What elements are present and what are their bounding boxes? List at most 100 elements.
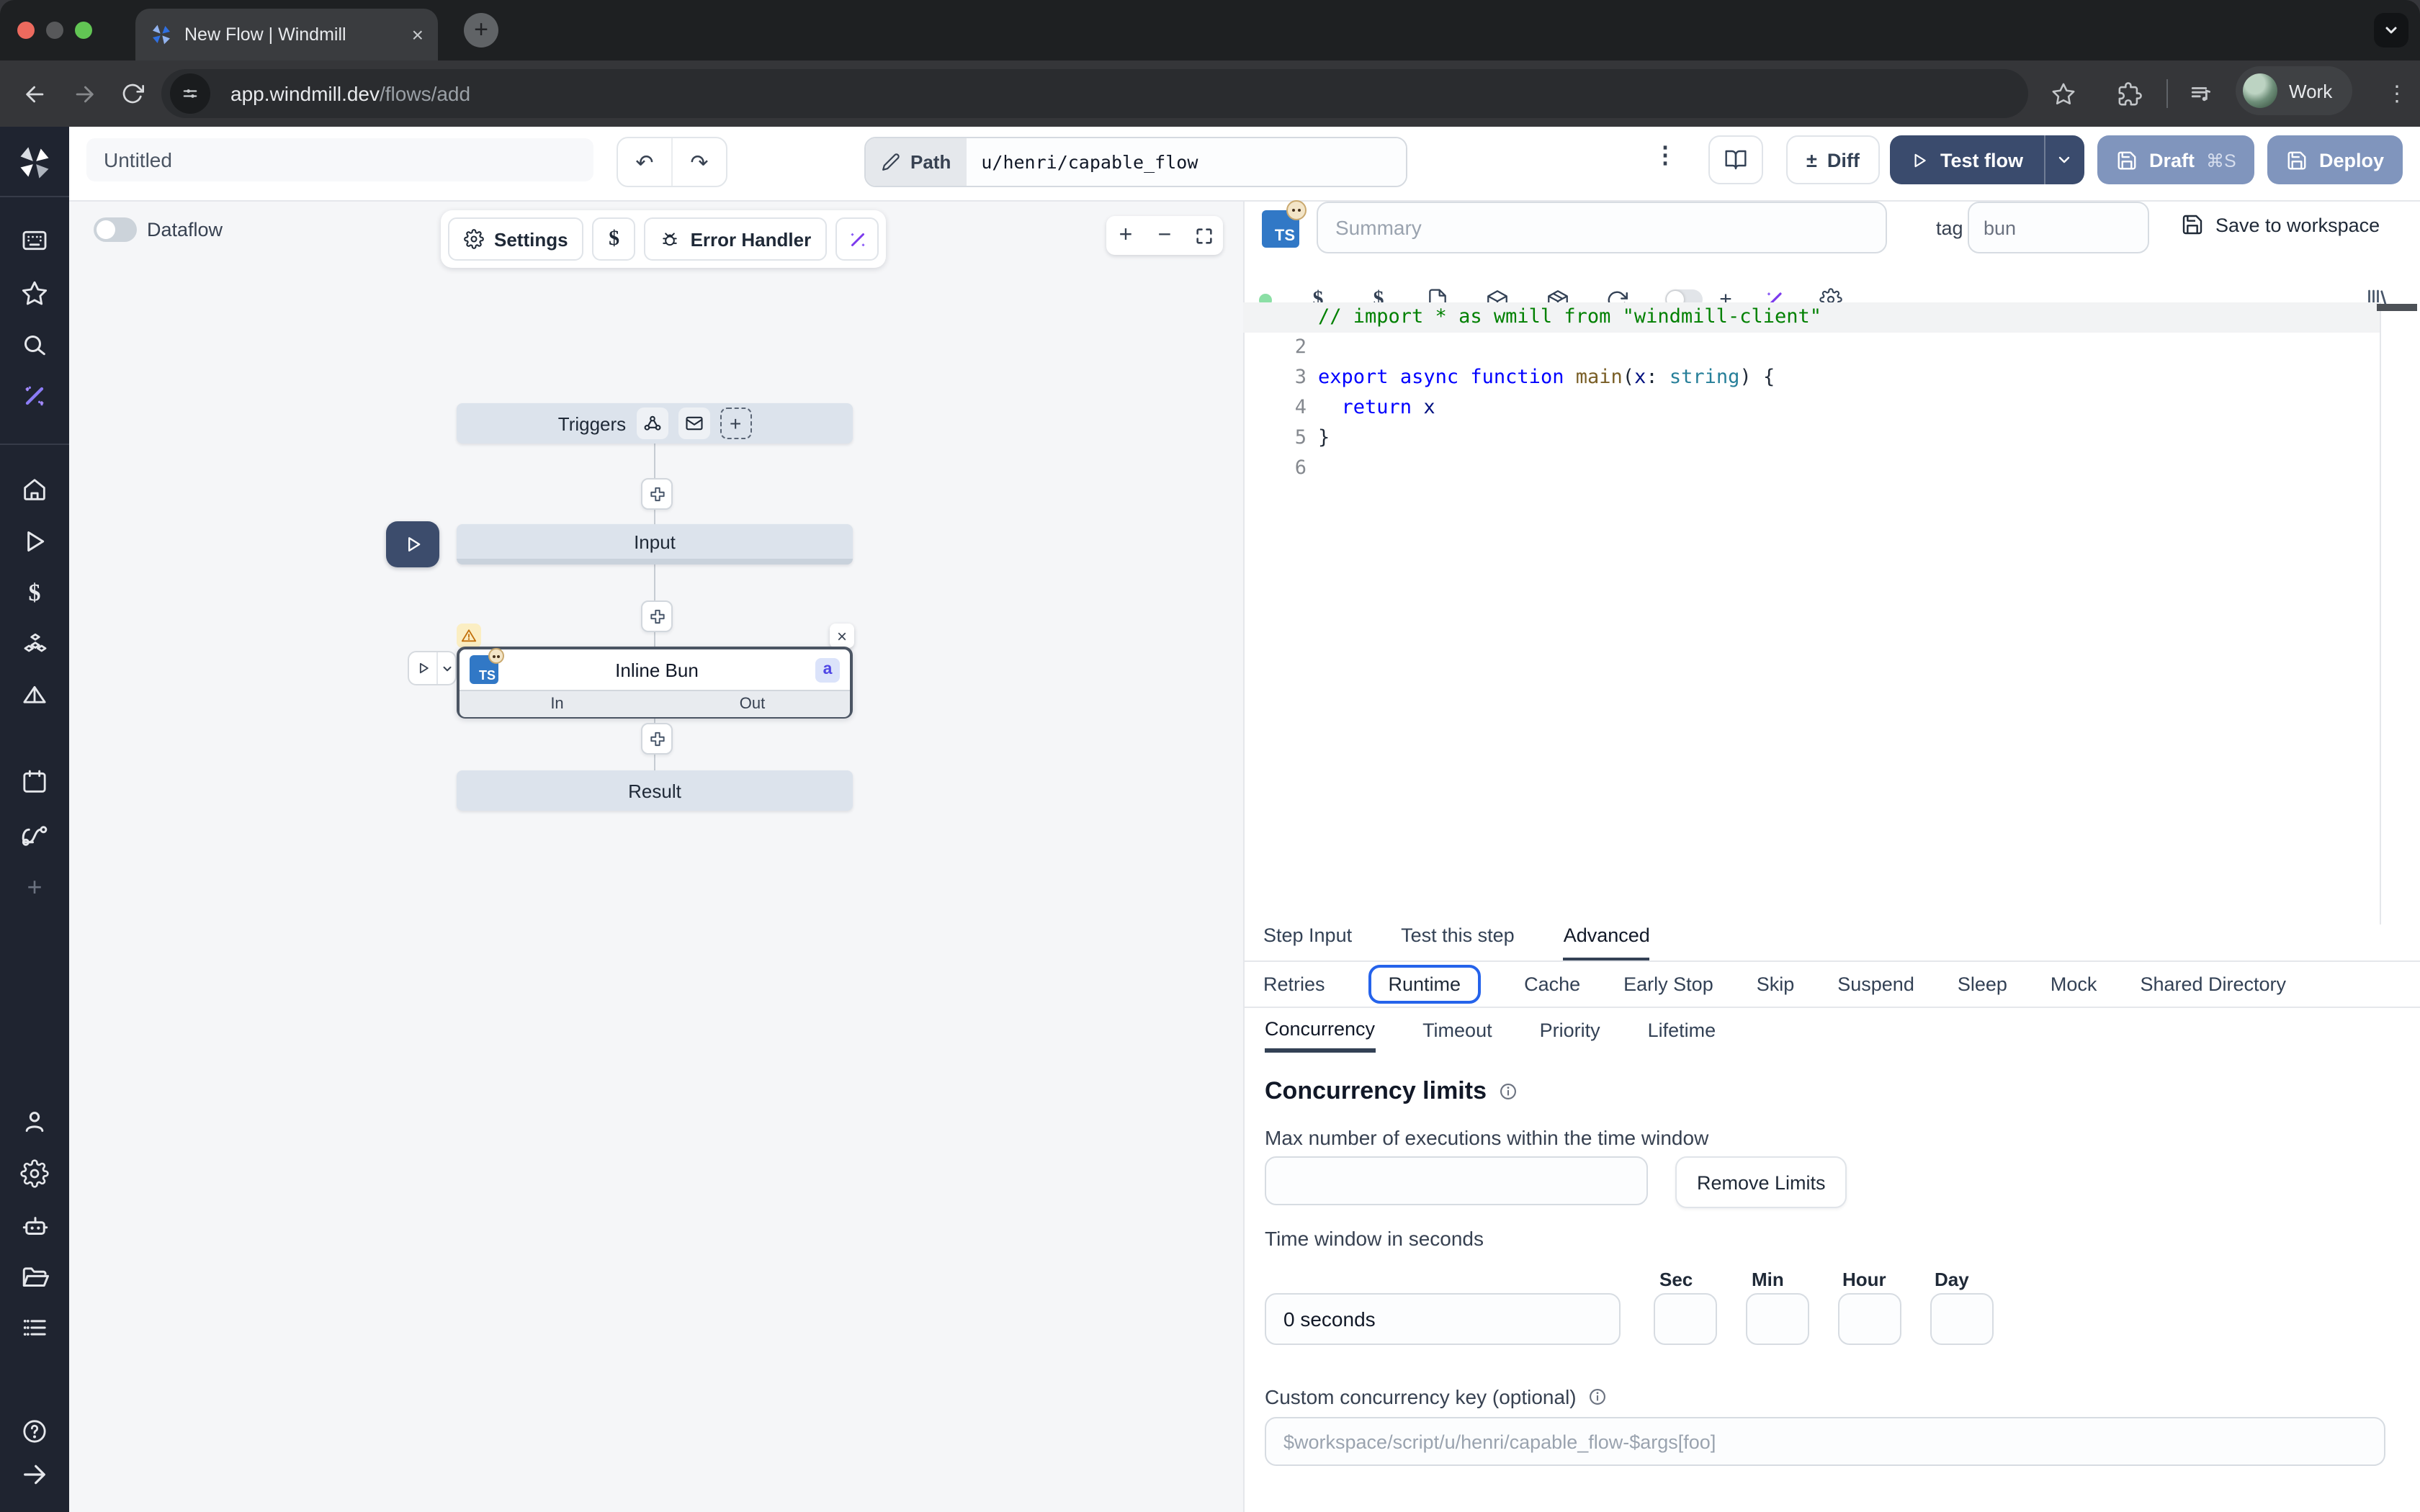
- draft-button[interactable]: Draft ⌘S: [2097, 135, 2255, 184]
- sidebar-item-runs[interactable]: [0, 527, 69, 556]
- sidebar-expand-button[interactable]: [0, 1460, 69, 1489]
- tab-skip[interactable]: Skip: [1757, 973, 1795, 995]
- run-step-dropdown[interactable]: [438, 652, 455, 684]
- forward-button[interactable]: [60, 71, 107, 117]
- ai-assistant-button[interactable]: [835, 217, 879, 261]
- tag-input[interactable]: bun: [1968, 202, 2149, 253]
- play-icon[interactable]: [409, 652, 438, 684]
- max-executions-input[interactable]: [1265, 1156, 1648, 1205]
- tab-test-this-step[interactable]: Test this step: [1401, 924, 1515, 962]
- step-out-button[interactable]: Out: [655, 691, 850, 717]
- deploy-button[interactable]: Deploy: [2267, 135, 2403, 184]
- zoom-in-button[interactable]: +: [1106, 216, 1145, 255]
- tab-advanced[interactable]: Advanced: [1564, 924, 1650, 962]
- add-trigger-button[interactable]: +: [720, 408, 751, 439]
- redo-button[interactable]: ↷: [671, 138, 726, 186]
- tab-early-stop[interactable]: Early Stop: [1623, 973, 1713, 995]
- tab-step-input[interactable]: Step Input: [1263, 924, 1352, 962]
- sidebar-item-favorites[interactable]: [0, 279, 69, 308]
- tab-retries[interactable]: Retries: [1263, 973, 1325, 995]
- sidebar-item-ai[interactable]: [0, 382, 69, 410]
- sec-input[interactable]: [1654, 1293, 1717, 1345]
- extensions-button[interactable]: [2106, 71, 2152, 117]
- media-controls-button[interactable]: [2178, 71, 2224, 117]
- tab-mock[interactable]: Mock: [2051, 973, 2097, 995]
- sidebar-item-home[interactable]: [0, 475, 69, 504]
- zoom-out-button[interactable]: −: [1145, 216, 1184, 255]
- tab-sleep[interactable]: Sleep: [1958, 973, 2007, 995]
- more-options-button[interactable]: ⋮: [1651, 141, 1680, 179]
- sidebar-item-variables[interactable]: $: [0, 579, 69, 608]
- diff-button[interactable]: ± Diff: [1786, 135, 1880, 184]
- sidebar-item-flows[interactable]: [0, 821, 69, 851]
- min-input[interactable]: [1746, 1293, 1809, 1345]
- dataflow-toggle[interactable]: [94, 217, 137, 242]
- test-flow-button[interactable]: Test flow: [1890, 135, 2084, 184]
- test-flow-dropdown[interactable]: [2043, 135, 2084, 184]
- tab-timeout[interactable]: Timeout: [1422, 1008, 1492, 1053]
- sidebar-item-help[interactable]: [0, 1417, 69, 1446]
- summary-input[interactable]: Summary: [1317, 202, 1887, 253]
- chrome-menu-button[interactable]: ⋮: [2374, 71, 2420, 117]
- input-node[interactable]: Input: [457, 524, 853, 564]
- sidebar-item-search[interactable]: [0, 331, 69, 360]
- bookmark-button[interactable]: [2040, 71, 2086, 117]
- run-from-input-button[interactable]: [386, 521, 439, 567]
- tab-shared-directory[interactable]: Shared Directory: [2140, 973, 2286, 995]
- tab-cache[interactable]: Cache: [1524, 973, 1580, 995]
- tab-concurrency[interactable]: Concurrency: [1265, 1008, 1375, 1053]
- tab-close-icon[interactable]: ×: [412, 23, 424, 46]
- flow-settings-button[interactable]: Settings: [448, 217, 584, 261]
- sidebar-item-folders[interactable]: [0, 1263, 69, 1293]
- delete-step-button[interactable]: ×: [830, 624, 854, 648]
- flow-inputs-button[interactable]: $: [593, 217, 636, 261]
- url-bar[interactable]: app.windmill.dev/flows/add: [161, 69, 2028, 118]
- sidebar-item-workers[interactable]: [0, 1211, 69, 1241]
- email-trigger-icon[interactable]: [678, 408, 709, 439]
- profile-chip[interactable]: Work: [2236, 66, 2352, 115]
- sidebar-item-resources[interactable]: [0, 631, 69, 661]
- undo-button[interactable]: ↶: [618, 138, 671, 186]
- sidebar-item-schedules[interactable]: [0, 768, 69, 796]
- run-step-button[interactable]: [408, 651, 457, 685]
- traffic-minimize-button[interactable]: [46, 22, 63, 39]
- sidebar-item-apps[interactable]: [0, 226, 69, 255]
- path-input[interactable]: u/henri/capable_flow: [967, 138, 1406, 186]
- fit-view-button[interactable]: [1184, 216, 1223, 255]
- browser-tab[interactable]: New Flow | Windmill ×: [135, 9, 438, 60]
- docs-button[interactable]: [1708, 135, 1763, 184]
- insert-step-button[interactable]: [641, 478, 673, 510]
- result-node[interactable]: Result: [457, 770, 853, 811]
- remove-limits-button[interactable]: Remove Limits: [1675, 1156, 1847, 1208]
- tab-suspend[interactable]: Suspend: [1837, 973, 1914, 995]
- step-in-button[interactable]: In: [460, 691, 655, 717]
- editor-scrollbar-thumb[interactable]: [2377, 304, 2417, 311]
- sidebar-item-users[interactable]: [0, 1107, 69, 1136]
- triggers-node[interactable]: Triggers +: [457, 403, 853, 444]
- traffic-zoom-button[interactable]: [75, 22, 92, 39]
- tab-runtime[interactable]: Runtime: [1368, 965, 1482, 1004]
- insert-step-button[interactable]: [641, 600, 673, 632]
- new-tab-button[interactable]: +: [464, 13, 498, 48]
- tab-search-button[interactable]: [2374, 13, 2408, 48]
- time-window-input[interactable]: 0 seconds: [1265, 1293, 1621, 1345]
- webhook-icon[interactable]: [636, 408, 668, 439]
- insert-step-button[interactable]: [641, 723, 673, 755]
- site-settings-button[interactable]: [170, 73, 210, 114]
- reload-button[interactable]: [109, 71, 156, 117]
- code-editor[interactable]: 123456 // import * as wmill from "windmi…: [1243, 302, 2380, 924]
- traffic-close-button[interactable]: [17, 22, 35, 39]
- tab-priority[interactable]: Priority: [1540, 1008, 1600, 1053]
- error-handler-button[interactable]: Error Handler: [645, 217, 828, 261]
- custom-key-input[interactable]: $workspace/script/u/henri/capable_flow-$…: [1265, 1417, 2385, 1466]
- path-label[interactable]: Path: [866, 138, 967, 186]
- day-input[interactable]: [1930, 1293, 1994, 1345]
- sidebar-item-add[interactable]: +: [0, 873, 69, 903]
- sidebar-item-logs[interactable]: [0, 1313, 69, 1342]
- flow-name-input[interactable]: Untitled: [86, 138, 593, 181]
- flow-canvas[interactable]: [69, 202, 1243, 1512]
- back-button[interactable]: [12, 71, 58, 117]
- hour-input[interactable]: [1838, 1293, 1901, 1345]
- tab-lifetime[interactable]: Lifetime: [1648, 1008, 1716, 1053]
- sidebar-item-assets[interactable]: [0, 681, 69, 710]
